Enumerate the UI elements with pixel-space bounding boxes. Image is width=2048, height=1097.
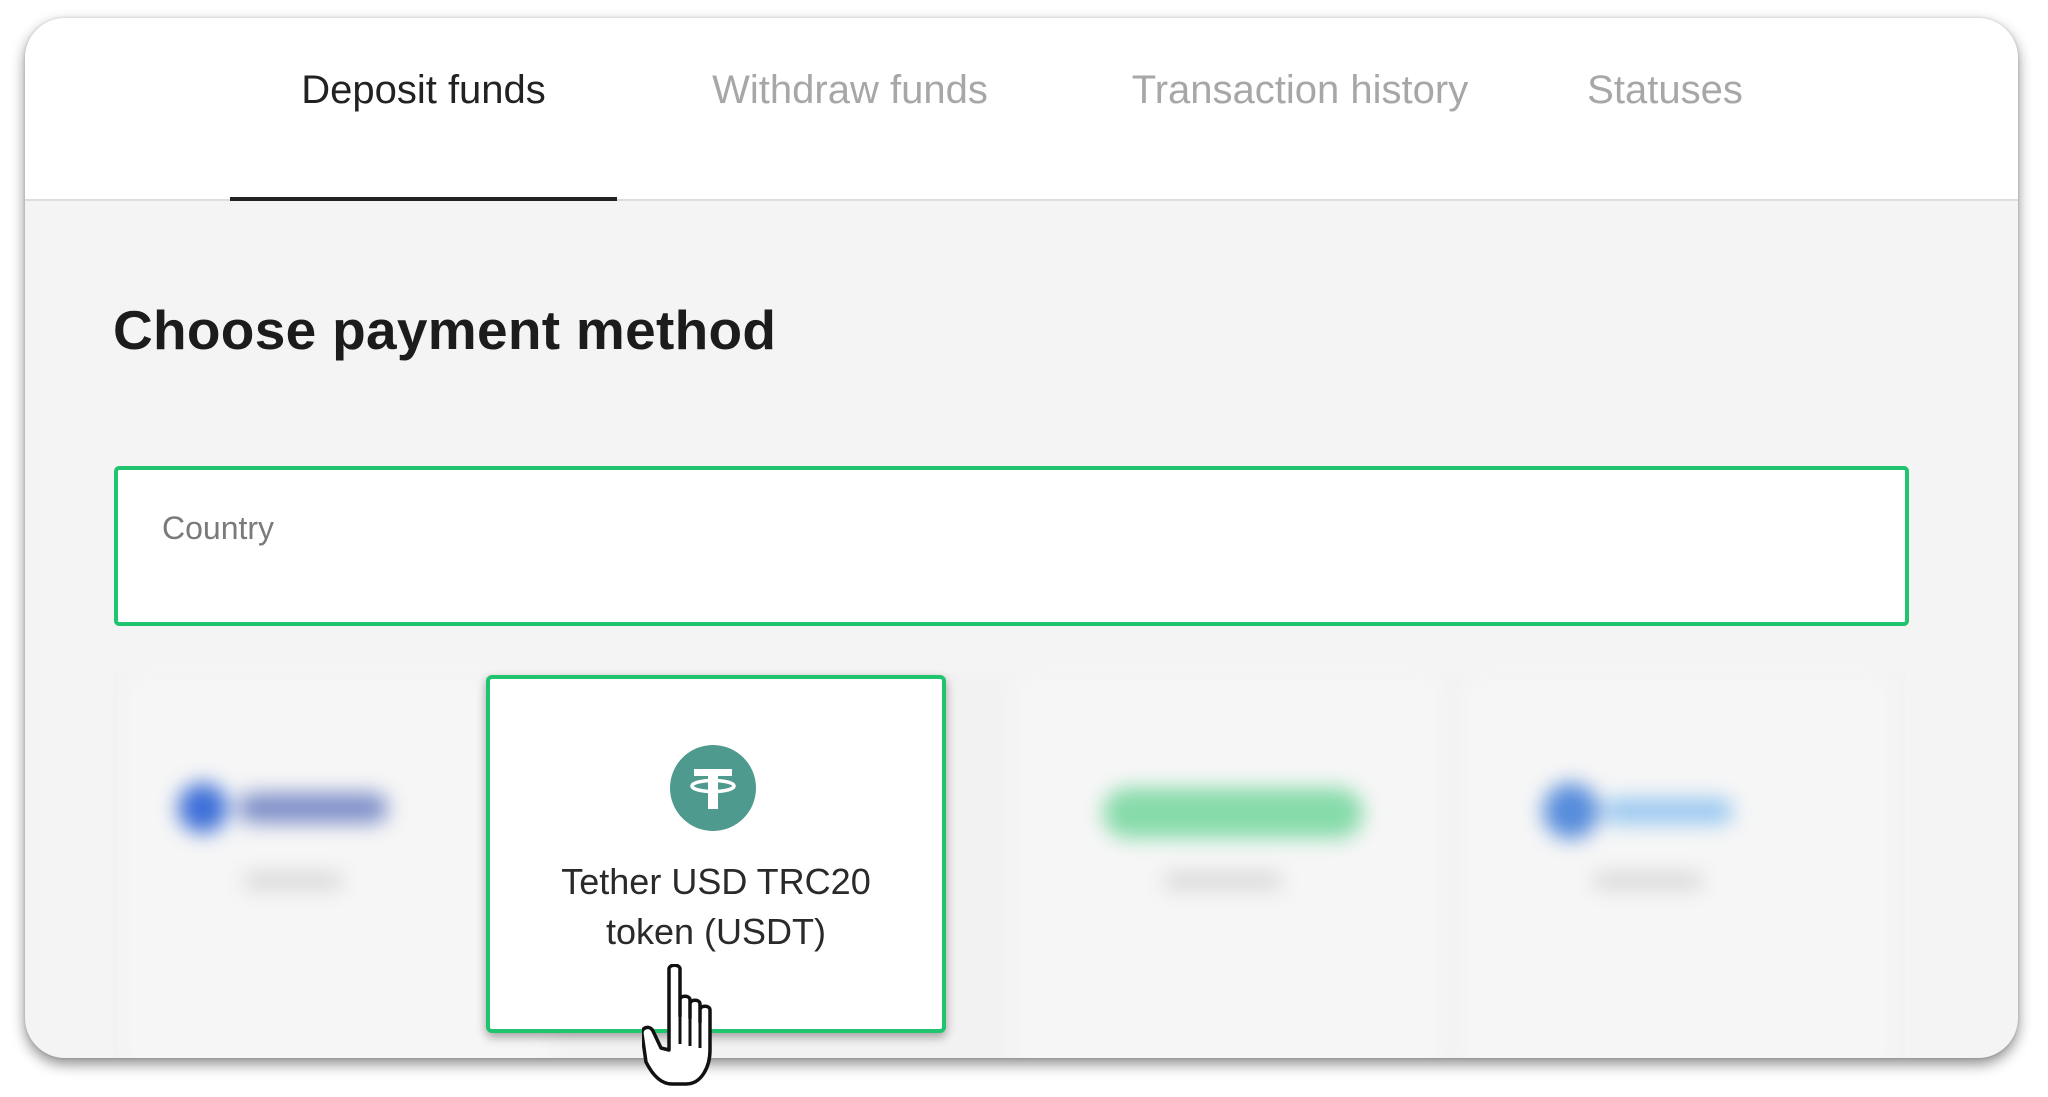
country-field-label: Country	[162, 510, 275, 546]
tab-bar: Deposit funds Withdraw funds Transaction…	[25, 18, 2018, 201]
payment-method-blurred[interactable]	[1013, 673, 1443, 1058]
tab-label: Withdraw funds	[712, 68, 988, 112]
payment-panel: Deposit funds Withdraw funds Transaction…	[25, 18, 2018, 1058]
payment-method-blurred[interactable]	[1463, 673, 1893, 1058]
tab-label: Transaction history	[1131, 68, 1469, 112]
page-title: Choose payment method	[113, 299, 777, 361]
tab-transaction-history[interactable]: Transaction history	[1100, 18, 1500, 199]
payment-methods-grid	[113, 673, 1905, 1058]
hand-pointer-icon	[642, 964, 712, 1086]
country-field[interactable]: Country	[114, 466, 1909, 626]
tab-label: Statuses	[1587, 68, 1743, 112]
tab-deposit-funds[interactable]: Deposit funds	[230, 18, 617, 201]
tab-statuses[interactable]: Statuses	[1570, 18, 1760, 199]
tab-withdraw-funds[interactable]: Withdraw funds	[685, 18, 1015, 199]
tab-label: Deposit funds	[301, 68, 546, 112]
tether-icon	[670, 745, 756, 831]
payment-method-name: Tether USD TRC20 token (USDT)	[561, 861, 871, 952]
